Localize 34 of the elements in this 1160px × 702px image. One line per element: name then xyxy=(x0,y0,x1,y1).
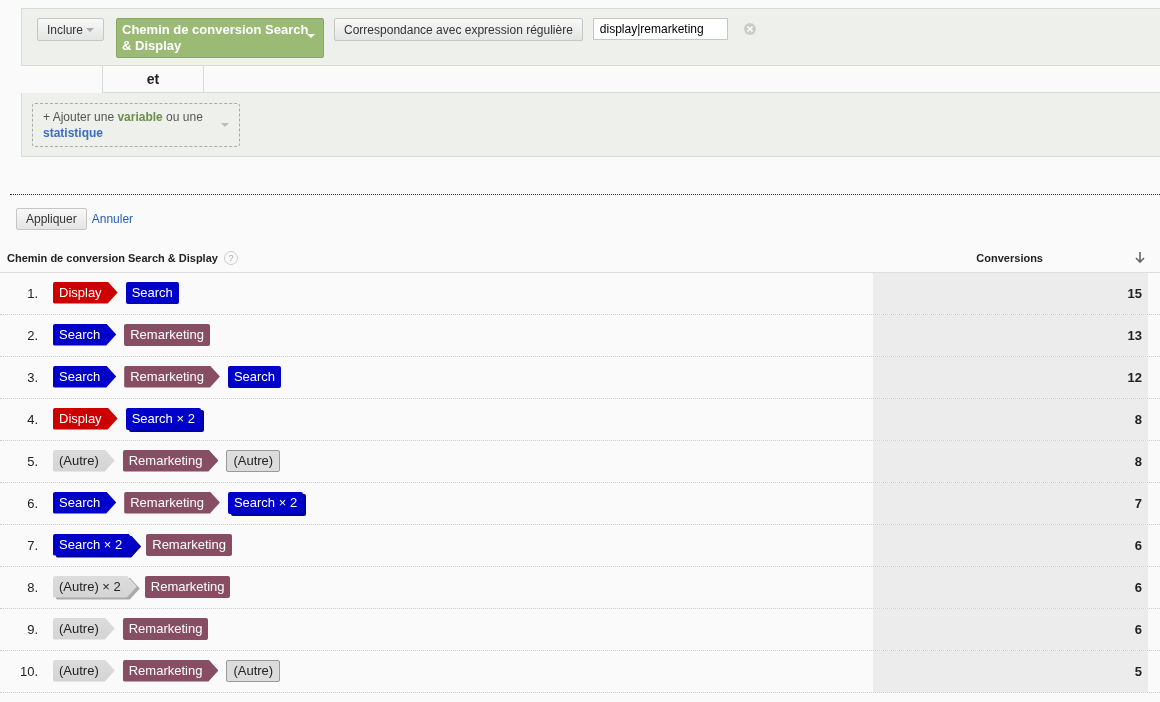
conversions-cell: 6 xyxy=(873,567,1148,608)
rank-number: 5. xyxy=(26,454,38,469)
conversions-cell: 8 xyxy=(873,441,1148,482)
conversions-cell: 6 xyxy=(873,609,1148,650)
sort-descending-icon[interactable] xyxy=(1135,252,1145,264)
rank-number: 8. xyxy=(26,580,38,595)
conversions-cell: 12 xyxy=(873,357,1148,398)
rank-number: 3. xyxy=(26,370,38,385)
conversions-cell: 5 xyxy=(873,651,1148,692)
conversions-cell: 15 xyxy=(873,273,1148,314)
filter-value-field[interactable]: display|remarketing xyxy=(592,18,728,40)
rank-number: 9. xyxy=(26,622,38,637)
conversions-cell: 6 xyxy=(873,525,1148,566)
column-header[interactable]: Conversions xyxy=(976,252,1043,264)
cancel-link[interactable]: Annuler xyxy=(91,211,134,226)
rank-number: 1. xyxy=(26,286,38,301)
add-condition-dropdown[interactable]: + Ajouter une variable ou une statistique xyxy=(32,103,240,147)
conversions-cell: 8 xyxy=(873,399,1148,440)
include-dropdown[interactable]: Inclure xyxy=(37,18,105,41)
rank-number: 6. xyxy=(26,496,38,511)
rank-number: 4. xyxy=(26,412,38,427)
rank-number: 10. xyxy=(18,664,38,679)
rank-number: 2. xyxy=(26,328,38,343)
conversions-cell: 13 xyxy=(873,315,1148,356)
path-step: Remarketing xyxy=(146,533,235,558)
conversions-cell: 7 xyxy=(873,483,1148,524)
path-step: Search xyxy=(125,281,182,306)
and-connector-label: et xyxy=(102,66,204,93)
column-header[interactable]: Chemin de conversion Search & Display xyxy=(7,252,218,264)
path-step: Remarketing xyxy=(124,323,213,348)
match-type-dropdown[interactable]: Correspondance avec expression régulière xyxy=(334,18,583,41)
path-step: Search × 2 xyxy=(125,407,204,432)
rank-number: 7. xyxy=(26,538,38,553)
apply-button[interactable]: Appliquer xyxy=(16,207,87,230)
